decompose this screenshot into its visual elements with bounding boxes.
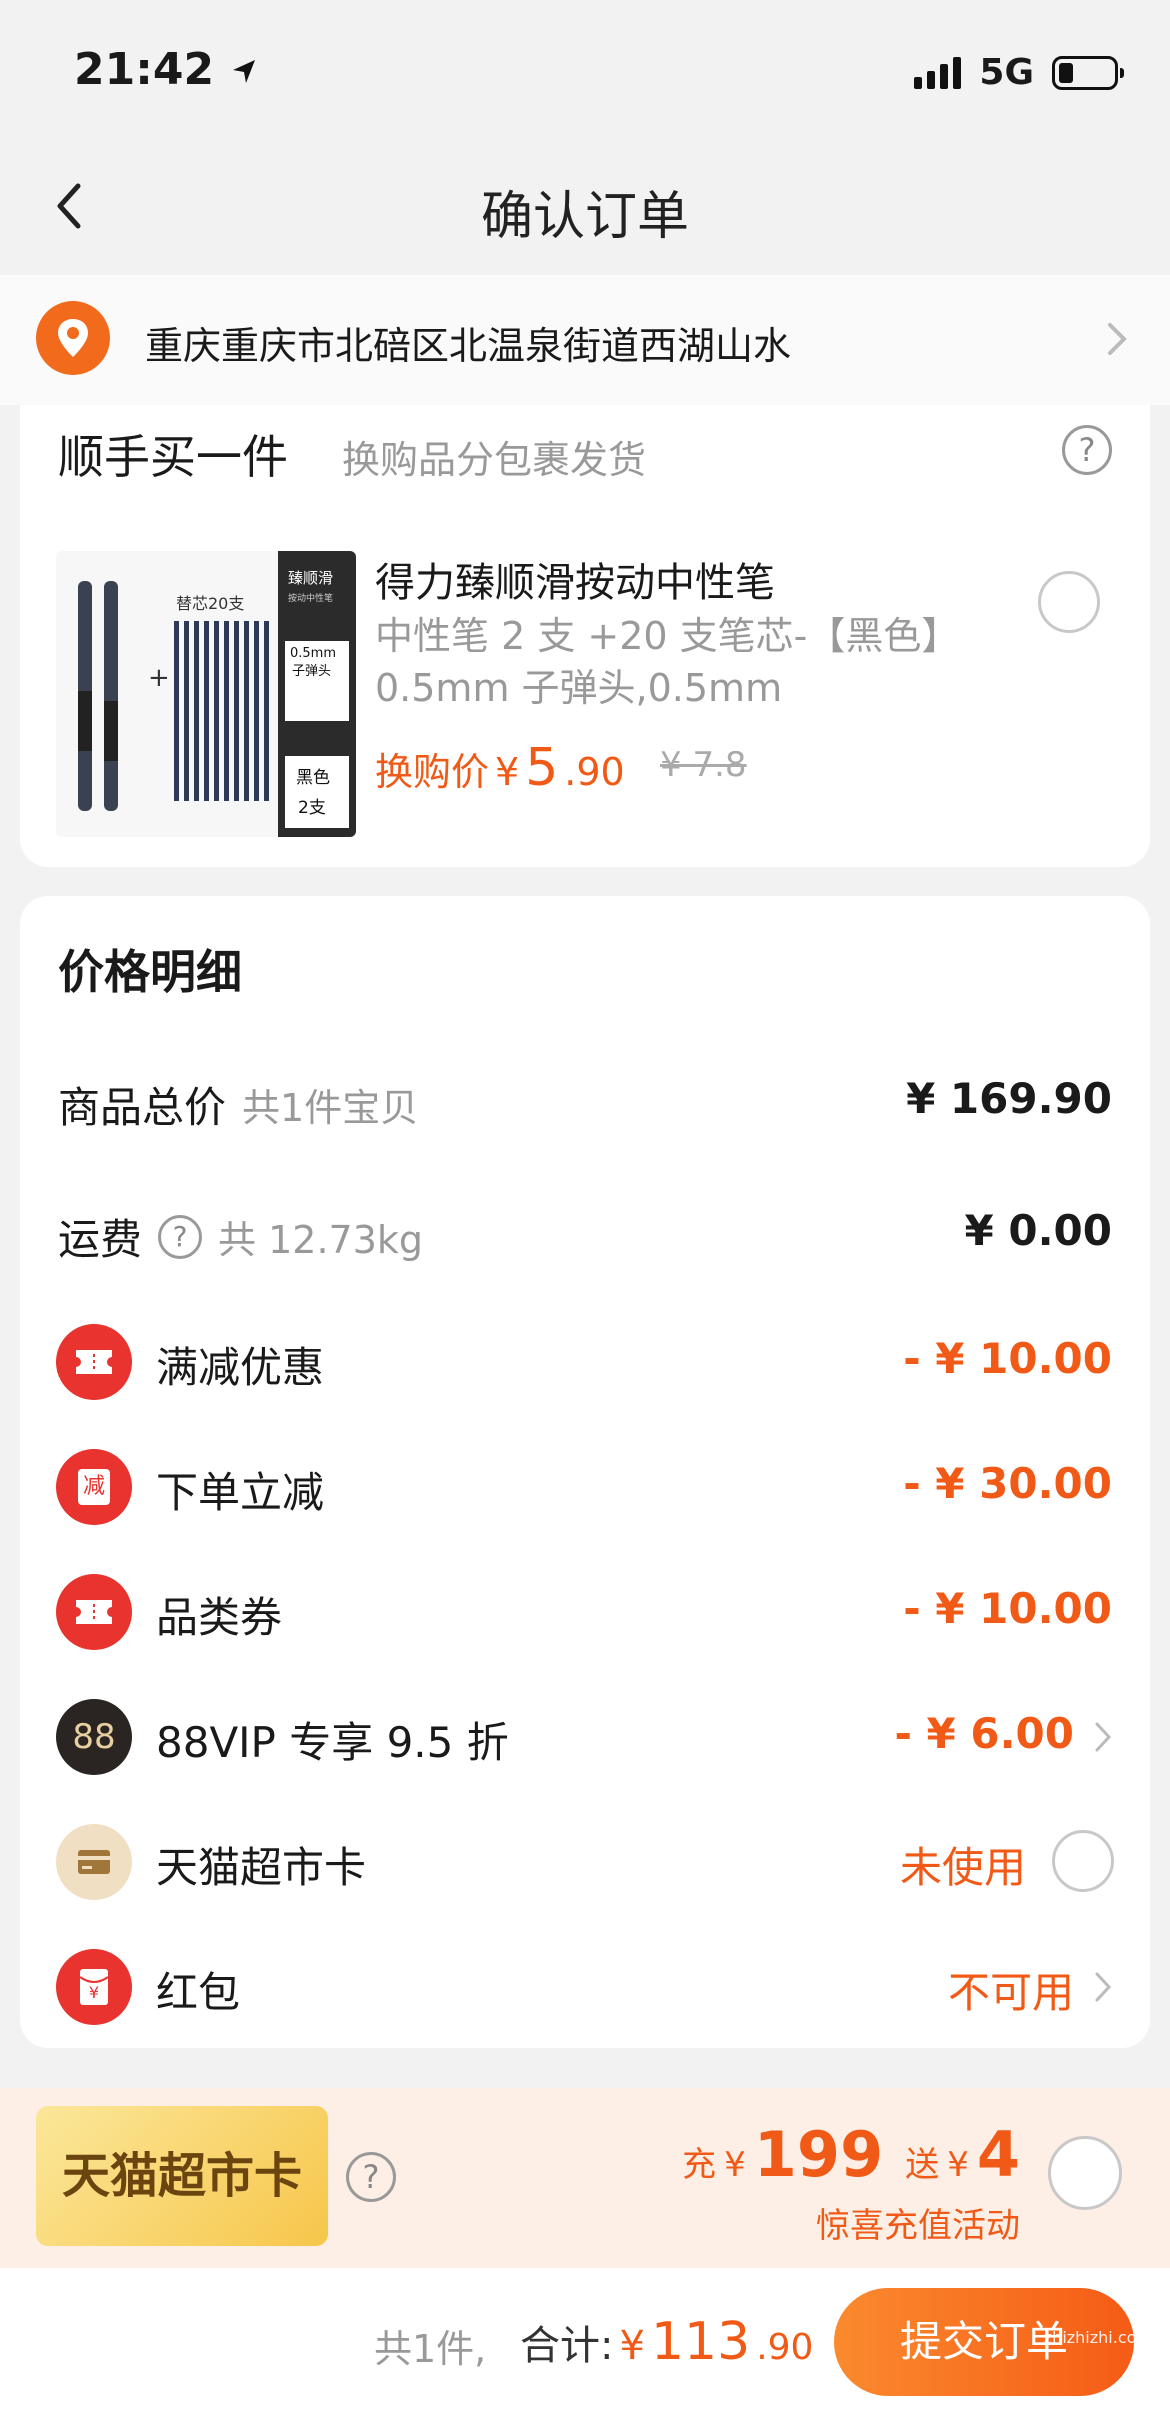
shipping-value: ¥ 0.00 [964,1206,1112,1255]
vip-88-text: 88 [72,1717,116,1757]
image-tip-text: 0.5mm [290,646,336,661]
vip-88-icon: 88 [56,1699,132,1775]
add-on-price: 换购价 ¥ 5.90 [375,738,625,798]
price-decimal: .90 [564,750,625,794]
discount-value: - ¥ 10.00 [903,1334,1112,1383]
help-icon[interactable]: ? [158,1214,203,1259]
discount-value: - ¥ 10.00 [903,1584,1112,1633]
goods-total-row: 商品总价 共1件宝贝 ¥ 169.90 [20,1050,1150,1150]
shipping-row: 运费 ? 共 12.73kg ¥ 0.00 [20,1182,1150,1282]
order-total: 合计: ¥ 113.90 [520,2312,813,2372]
help-icon[interactable]: ? [346,2152,396,2202]
discount-value: - ¥ 30.00 [903,1459,1112,1508]
ticket-icon [56,1574,132,1650]
recharge-amount: 199 [753,2118,884,2191]
discount-label: 满减优惠 [156,1343,325,1392]
product-name[interactable]: 得力臻顺滑按动中性笔 [375,550,775,608]
goods-total-label-group: 商品总价 共1件宝贝 [58,1074,418,1135]
price-integer: 5 [525,738,559,798]
supermarket-card-radio[interactable] [1052,1830,1114,1892]
discount-label: 品类券 [156,1593,283,1642]
address-text: 重庆重庆市北碚区北温泉街道西湖山水 [145,324,792,368]
section-title: 价格明细 [58,945,242,999]
red-envelope-row[interactable]: ¥ 红包 不可用 [20,1935,1150,2035]
total-currency: ¥ [619,2323,645,2369]
total-integer: 113 [650,2312,751,2372]
location-pin-icon [36,301,110,375]
chevron-right-icon [1095,1722,1112,1752]
address-row[interactable]: 重庆重庆市北碚区北温泉街道西湖山水 [0,275,1170,405]
goods-total-value: ¥ 169.90 [906,1074,1112,1123]
discount-label: 88VIP 专享 9.5 折 [156,1718,509,1767]
reduce-badge-text: 减 [82,1474,105,1499]
red-envelope-text: ¥ [88,1983,100,2002]
discount-label: 天猫超市卡 [156,1843,367,1892]
shipping-sub: 共 12.73kg [218,1218,424,1262]
image-color-text: 黑色 [296,768,330,788]
discount-value: 不可用 [947,1968,1074,2017]
gift-amount: 4 [976,2118,1020,2191]
status-indicators: 5G [914,52,1124,93]
page-title: 确认订单 [480,187,689,247]
price-detail-card: 价格明细 商品总价 共1件宝贝 ¥ 169.90 运费 ? 共 12.73kg … [20,896,1150,2048]
image-brand-sub-text: 按动中性笔 [288,592,333,604]
chevron-right-icon [1108,323,1127,355]
price-currency: ¥ [495,750,520,794]
supermarket-card-row: 天猫超市卡 未使用 [20,1810,1150,1910]
discount-row: 减 下单立减 - ¥ 30.00 [20,1435,1150,1535]
svg-text:+: + [148,663,170,693]
total-decimal: .90 [756,2327,814,2368]
recharge-prefix: 充 [682,2145,717,2185]
discount-label: 下单立减 [156,1468,325,1517]
ticket-icon [56,1324,132,1400]
goods-total-sub: 共1件宝贝 [242,1086,419,1130]
recharge-offer: 充 ¥ 199 送 ¥ 4 [682,2118,1020,2191]
image-brand-text: 臻顺滑 [288,569,333,587]
gift-prefix: 送 [905,2145,940,2185]
original-price: ¥ 7.8 [660,745,747,785]
signal-icon [914,56,962,89]
add-on-radio[interactable] [1038,571,1100,633]
nav-bar: 确认订单 [0,150,1170,270]
network-type: 5G [979,52,1034,93]
discount-row: 满减优惠 - ¥ 10.00 [20,1310,1150,1410]
reduce-badge-icon: 减 [56,1449,132,1525]
product-image[interactable]: + 替芯20支 臻顺滑 按动中性笔 0.5mm 子弹头 黑色 2支 [56,551,356,837]
image-count-text: 2支 [298,798,326,818]
product-desc: 中性笔 2 支 +20 支笔芯-【黑色】0.5mm 子弹头,0.5mm [375,614,960,710]
battery-icon [1052,55,1124,90]
discount-row: 品类券 - ¥ 10.00 [20,1560,1150,1660]
time-text: 21:42 [74,44,215,95]
recharge-radio[interactable] [1048,2136,1122,2210]
status-time: 21:42 [74,44,259,95]
total-label: 合计: [520,2323,614,2369]
gift-currency: ¥ [947,2145,969,2185]
recharge-subtitle: 惊喜充值活动 [816,2206,1020,2246]
shipping-label: 运费 [58,1215,143,1264]
location-arrow-icon [233,60,256,83]
discount-value: 未使用 [899,1843,1026,1892]
card-icon [56,1824,132,1900]
red-envelope-icon: ¥ [56,1949,132,2025]
status-bar: 21:42 5G [0,0,1170,150]
price-label: 换购价 [375,750,490,794]
item-count: 共1件, [374,2327,487,2371]
add-on-title: 顺手买一件 [58,430,288,484]
vip-discount-row[interactable]: 88 88VIP 专享 9.5 折 - ¥ 6.00 [20,1685,1150,1785]
add-on-subtitle: 换购品分包裹发货 [342,438,647,482]
image-tip-sub-text: 子弹头 [292,664,331,679]
discount-label: 红包 [156,1968,241,2017]
recharge-promo: 天猫超市卡 ? 充 ¥ 199 送 ¥ 4 惊喜充值活动 [0,2088,1170,2268]
recharge-currency: ¥ [724,2145,746,2185]
goods-total-label: 商品总价 [58,1083,227,1132]
shipping-label-group: 运费 ? 共 12.73kg [58,1206,423,1267]
image-refill-text: 替芯20支 [176,594,244,613]
help-icon[interactable]: ? [1062,425,1112,475]
supermarket-card-badge[interactable]: 天猫超市卡 [36,2106,328,2246]
checkout-footer: 共1件, 合计: ¥ 113.90 提交订单 zhizhizhi.com [0,2268,1170,2412]
chevron-right-icon [1095,1972,1112,2002]
add-on-card: 顺手买一件 换购品分包裹发货 ? + 替芯20支 臻顺滑 按动中性笔 0.5mm… [20,405,1150,867]
discount-value: - ¥ 6.00 [894,1709,1074,1758]
watermark: zhizhizhi.com [1043,2328,1152,2347]
